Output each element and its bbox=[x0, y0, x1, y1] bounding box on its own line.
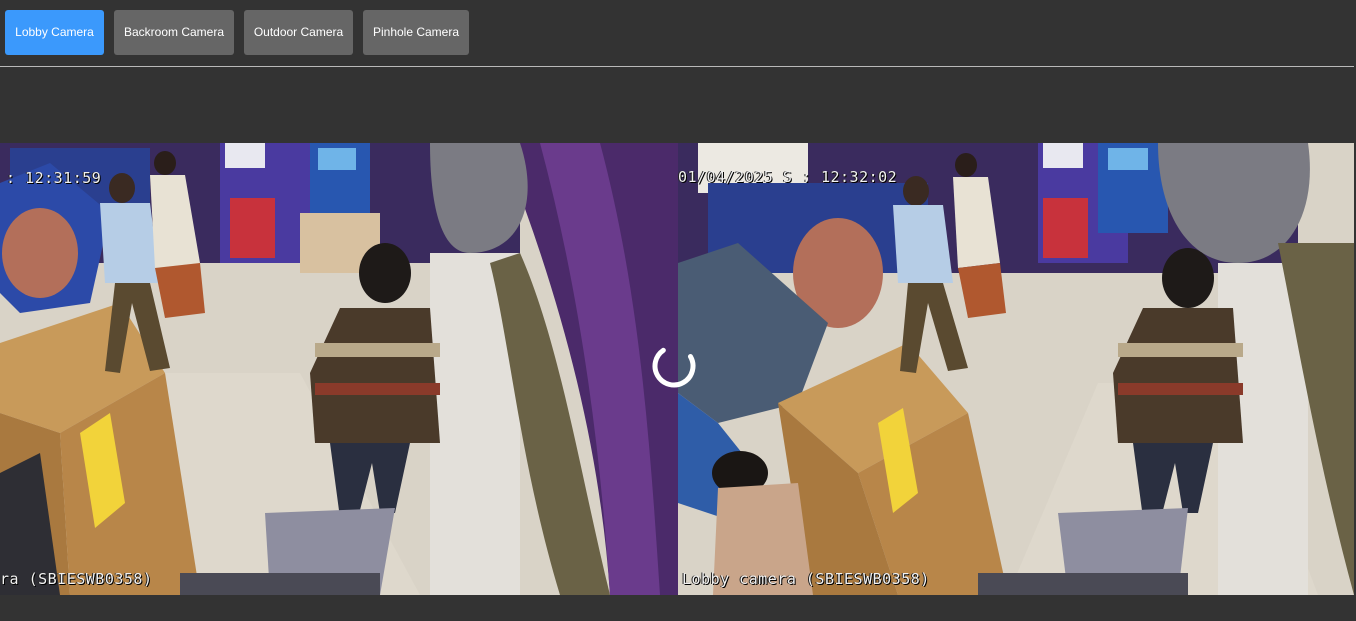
tab-lobby-camera[interactable]: Lobby Camera bbox=[5, 10, 104, 55]
tab-backroom-camera[interactable]: Backroom Camera bbox=[114, 10, 234, 55]
spinner-icon bbox=[652, 344, 696, 388]
camera-frame-right bbox=[678, 143, 1354, 595]
tab-pinhole-camera[interactable]: Pinhole Camera bbox=[363, 10, 469, 55]
camera-feed-right[interactable]: 01/04/2025 S : 12:32:02 Lobby camera (SB… bbox=[678, 143, 1354, 595]
feed-left-caption: ra (SBIESWB0358) bbox=[0, 570, 153, 588]
camera-tab-bar: Lobby Camera Backroom Camera Outdoor Cam… bbox=[0, 0, 1354, 67]
feed-right-caption: Lobby camera (SBIESWB0358) bbox=[682, 570, 930, 588]
camera-feed-left[interactable]: : 12:31:59 ra (SBIESWB0358) bbox=[0, 143, 678, 595]
camera-frame-left bbox=[0, 143, 678, 595]
feed-right-timestamp: 01/04/2025 S : 12:32:02 bbox=[678, 168, 898, 186]
bottom-strip bbox=[0, 595, 1356, 621]
tab-outdoor-camera[interactable]: Outdoor Camera bbox=[244, 10, 353, 55]
feed-left-timestamp: : 12:31:59 bbox=[6, 169, 102, 187]
